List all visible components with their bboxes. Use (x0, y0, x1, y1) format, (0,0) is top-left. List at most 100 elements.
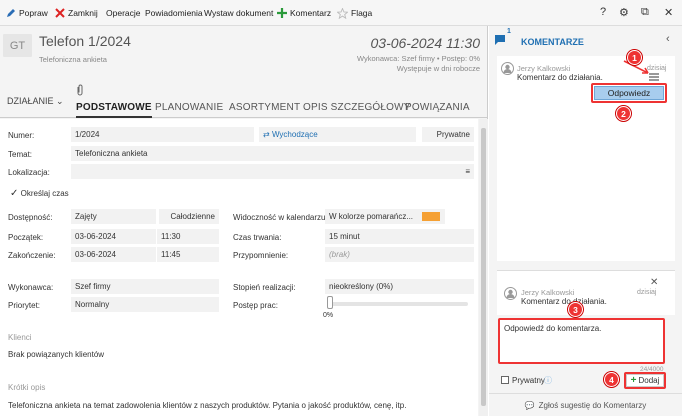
operacje-label: Operacje (106, 8, 141, 18)
wystaw-dokument-menu[interactable]: Wystaw dokument (204, 0, 273, 26)
tab-podstawowe[interactable]: PODSTAWOWE (76, 102, 152, 118)
komentarz-button[interactable]: Komentarz (277, 0, 331, 26)
poczatek-date-field[interactable]: 03-06-2024 (71, 229, 156, 244)
temat-label: Temat: (8, 150, 33, 159)
header-date: 03-06-2024 11:30 (370, 35, 481, 51)
tab-asortyment[interactable]: ASORTYMENT (229, 102, 300, 113)
postep-label: Postęp prac: (233, 301, 278, 310)
list-icon[interactable]: ≡ (465, 167, 470, 176)
wykonawca-label: Wykonawca: (8, 283, 54, 292)
calodzienne-toggle[interactable]: Całodzienne (159, 209, 219, 224)
page-subtitle: Telefoniczna ankieta (39, 55, 107, 64)
comment2-text: Komentarz do działania. (521, 297, 607, 306)
add-label: Dodaj (638, 376, 660, 385)
tab-planowanie[interactable]: PLANOWANIE (155, 102, 223, 113)
callout-3: 3 (568, 302, 583, 317)
okreslaj-czas-checkbox[interactable]: ✓ Określaj czas (10, 188, 69, 199)
pencil-icon (7, 9, 15, 17)
postep-slider-track[interactable] (330, 302, 468, 306)
add-button[interactable]: + Dodaj (626, 374, 664, 387)
czas-trwania-label: Czas trwania: (233, 233, 282, 242)
widocznosc-field[interactable]: W kolorze pomarańcz... (325, 209, 445, 224)
dzialanie-label: DZIAŁANIE (7, 96, 54, 106)
user-avatar-icon (501, 62, 514, 75)
zamknij-button[interactable]: Zamknij (55, 0, 98, 26)
stopien-field[interactable]: nieokreślony (0%) (325, 279, 474, 294)
postep-slider-handle[interactable] (327, 296, 333, 309)
dostepnosc-field[interactable]: Zajęty (71, 209, 156, 224)
header-meta-executor: Wykonawca: Szef firmy • Postęp: 0% (356, 54, 480, 63)
popout-icon[interactable]: ⧉ (641, 6, 649, 19)
comment2-author: Jerzy Kalkowski (521, 288, 575, 297)
tab-powiazania[interactable]: POWIĄZANIA (405, 102, 470, 113)
poczatek-label: Początek: (8, 233, 44, 242)
chat-icon: 💬 (524, 400, 535, 410)
powiadomienia-menu[interactable]: Powiadomienia (145, 0, 203, 26)
zakonczenie-time-field[interactable]: 11:45 (157, 247, 219, 262)
plus-icon (277, 8, 287, 18)
comment1-text: Komentarz do działania. (517, 73, 603, 82)
callout-1: 1 (627, 50, 642, 65)
suggestion-link[interactable]: 💬 Zgłoś sugestię do Komentarzy (489, 393, 682, 416)
zakonczenie-label: Zakończenie: (8, 251, 56, 260)
flaga-button[interactable]: Flaga (337, 0, 372, 26)
direction-field[interactable]: ⇄ Wychodzące (259, 127, 416, 142)
przypomnienie-field[interactable]: (brak) (325, 247, 474, 262)
toolbar: Popraw Zamknij Operacje Powiadomienia Wy… (0, 0, 682, 26)
settings-icon[interactable]: ⚙ (619, 6, 629, 19)
avatar: GT (3, 34, 32, 57)
widocznosc-label: Widoczność w kalendarzu: (233, 213, 328, 222)
numer-label: Numer: (8, 131, 35, 140)
priorytet-field[interactable]: Normalny (71, 297, 219, 312)
popraw-label: Popraw (19, 8, 48, 18)
info-icon[interactable]: ⓘ (544, 375, 552, 386)
color-swatch (422, 212, 440, 221)
chevron-down-icon: ⌄ (56, 96, 64, 106)
prywatny-label: Prywatny (512, 376, 545, 385)
popraw-button[interactable]: Popraw (6, 0, 48, 26)
scrollbar-thumb[interactable] (481, 128, 486, 406)
okreslaj-label: Określaj czas (20, 189, 69, 198)
opis-heading: Krótki opis (8, 383, 46, 392)
dzialanie-dropdown[interactable]: DZIAŁANIE ⌄ (7, 96, 64, 107)
powiadomienia-label: Powiadomienia (145, 8, 203, 18)
zakonczenie-date-field[interactable]: 03-06-2024 (71, 247, 156, 262)
dostepnosc-label: Dostępność: (8, 213, 53, 222)
zamknij-label: Zamknij (68, 8, 98, 18)
help-icon[interactable]: ? (600, 6, 606, 18)
czas-trwania-field[interactable]: 15 minut (325, 229, 474, 244)
flaga-label: Flaga (351, 8, 373, 18)
klienci-heading: Klienci (8, 333, 32, 342)
operacje-menu[interactable]: Operacje (106, 0, 141, 26)
temat-field[interactable]: Telefoniczna ankieta (71, 146, 474, 161)
close-x-icon (55, 8, 65, 18)
comment2-time: dzisiaj (637, 289, 657, 296)
page-title: Telefon 1/2024 (39, 33, 131, 49)
comment1-author: Jerzy Kalkowski (517, 64, 571, 73)
reply-textarea[interactable]: Odpowiedź do komentarza. (500, 320, 663, 362)
wystaw-label: Wystaw dokument (204, 8, 274, 18)
widocznosc-value: W kolorze pomarańcz... (329, 212, 414, 221)
callout-4: 4 (604, 372, 619, 387)
prywatny-checkbox[interactable] (501, 376, 509, 384)
transfer-icon: ⇄ (263, 130, 272, 139)
suggestion-label: Zgłoś sugestię do Komentarzy (538, 400, 647, 410)
tab-opis-szczegolowy[interactable]: OPIS SZCZEGÓŁOWY (303, 102, 411, 113)
window-close-icon[interactable]: ✕ (664, 6, 673, 19)
comments-flag-icon (495, 35, 505, 45)
collapse-chevron-icon[interactable]: ‹ (666, 33, 670, 45)
klienci-text: Brak powiązanych klientów (8, 350, 105, 359)
wykonawca-field[interactable]: Szef firmy (71, 279, 219, 294)
stopien-label: Stopień realizacji: (233, 283, 296, 292)
close-reply-icon[interactable]: ✕ (650, 277, 658, 288)
poczatek-time-field[interactable]: 11:30 (157, 229, 219, 244)
user-avatar-icon (504, 287, 517, 300)
comments-title: KOMENTARZE (521, 37, 584, 47)
reply-button[interactable]: Odpowiedz (594, 86, 664, 100)
comments-count-badge: 1 (507, 28, 511, 35)
postep-value: 0% (323, 312, 334, 319)
prywatne-toggle[interactable]: Prywatne (422, 127, 474, 142)
numer-field[interactable]: 1/2024 (71, 127, 254, 142)
lokalizacja-field[interactable]: ≡ (71, 164, 474, 179)
checkmark-icon: ✓ (10, 188, 19, 199)
